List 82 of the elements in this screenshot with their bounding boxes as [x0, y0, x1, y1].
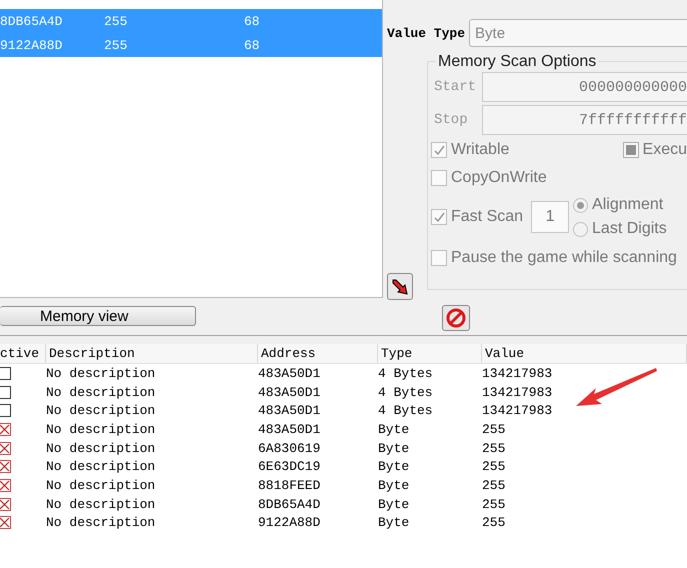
radio-button[interactable] [573, 222, 588, 236]
column-header[interactable]: Type [378, 344, 482, 363]
table-cell-text: 8818FEED [258, 478, 322, 493]
table-cell-text: 483A50D1 [258, 384, 322, 400]
checkbox-label: Writable [451, 141, 510, 159]
radio-label: Alignment [592, 196, 664, 214]
table-cell-text: 68 [244, 14, 261, 28]
table-cell-text: 255 [482, 496, 506, 512]
table-cell-text: 9122A88D [0, 38, 64, 52]
table-cell-text: Byte [378, 440, 410, 456]
stop-label: Stop [433, 112, 469, 128]
checkbox-label: Pause the game while scanning [451, 249, 677, 267]
alignment-field[interactable]: 1 [531, 201, 570, 233]
active-checkbox[interactable] [0, 478, 11, 492]
stop-button[interactable] [442, 305, 470, 331]
table-cell-text: 134217983 [482, 384, 554, 400]
value-type-label: Value Type [387, 26, 466, 40]
radio-button[interactable] [573, 198, 588, 212]
table-cell-text: 255 [482, 478, 506, 493]
add-address-button[interactable] [387, 273, 413, 300]
checkbox[interactable] [431, 142, 447, 158]
active-checkbox[interactable] [0, 422, 11, 436]
table-cell-text: 68 [244, 38, 261, 52]
table-cell-text: 483A50D1 [258, 366, 322, 381]
active-checkbox[interactable] [0, 460, 11, 474]
checkbox-label: Execu [642, 141, 687, 159]
table-cell-text: 255 [482, 515, 506, 530]
group-title: Memory Scan Options [436, 53, 598, 71]
column-header[interactable]: ctive [0, 344, 46, 363]
table-cell-text: No description [46, 366, 156, 381]
table-cell-text: 255 [482, 422, 506, 437]
table-cell-text: 9122A88D [258, 515, 322, 530]
table-cell-text: 483A50D1 [258, 422, 322, 437]
table-cell-text: 8DB65A4D [258, 496, 322, 512]
pointer-arrow-icon [391, 278, 409, 296]
column-header[interactable]: Address [258, 344, 378, 363]
table-cell-text: No description [46, 478, 156, 493]
start-label: Start [433, 78, 478, 94]
table-cell-text: 4 Bytes [378, 384, 434, 400]
table-cell-text: 6A830619 [258, 440, 322, 456]
table-cell-text: No description [46, 384, 156, 400]
active-checkbox[interactable] [0, 442, 11, 455]
active-checkbox[interactable] [0, 498, 11, 511]
table-cell-text: No description [46, 422, 156, 437]
start-field[interactable]: 000000000000 [482, 72, 687, 102]
checkbox-label: Fast Scan [451, 208, 524, 226]
memory-view-button[interactable]: Memory view [0, 306, 196, 326]
table-cell-text: No description [46, 440, 156, 456]
table-cell-text: Byte [378, 422, 410, 437]
checkbox-label: CopyOnWrite [451, 169, 547, 187]
table-cell-text: 255 [104, 38, 128, 52]
table-cell-text: 483A50D1 [258, 403, 322, 418]
table-cell-text: 255 [104, 14, 128, 28]
radio-label: Last Digits [592, 220, 667, 238]
active-checkbox[interactable] [0, 366, 11, 380]
table-cell-text: No description [46, 515, 156, 530]
table-cell-text: 255 [482, 459, 506, 474]
table-cell-text: 255 [482, 440, 506, 456]
active-checkbox[interactable] [0, 404, 11, 418]
no-entry-icon [446, 308, 466, 328]
stop-field[interactable]: 7fffffffffff [482, 104, 687, 134]
table-cell-text: 134217983 [482, 366, 554, 381]
table-cell-text: 4 Bytes [378, 403, 434, 418]
table-cell-text: 4 Bytes [378, 366, 434, 381]
table-cell-text: Byte [378, 496, 410, 512]
checkbox[interactable] [622, 142, 639, 158]
checkbox[interactable] [431, 250, 447, 266]
column-header[interactable]: Value [482, 344, 687, 363]
table-cell-text: 6E63DC19 [258, 459, 322, 474]
table-cell-text: Byte [378, 515, 410, 530]
table-cell-text: 8DB65A4D [0, 14, 64, 28]
table-cell-text: Byte [378, 478, 410, 493]
active-checkbox[interactable] [0, 386, 11, 399]
table-cell-text: Byte [378, 459, 410, 474]
table-cell-text: No description [46, 403, 156, 418]
table-cell-text: No description [46, 496, 156, 512]
checkbox[interactable] [431, 170, 447, 186]
active-checkbox[interactable] [0, 516, 11, 530]
column-header[interactable]: Description [46, 344, 258, 363]
checkbox[interactable] [431, 209, 447, 225]
table-cell-text: No description [46, 459, 156, 474]
table-cell-text: 134217983 [482, 403, 554, 418]
